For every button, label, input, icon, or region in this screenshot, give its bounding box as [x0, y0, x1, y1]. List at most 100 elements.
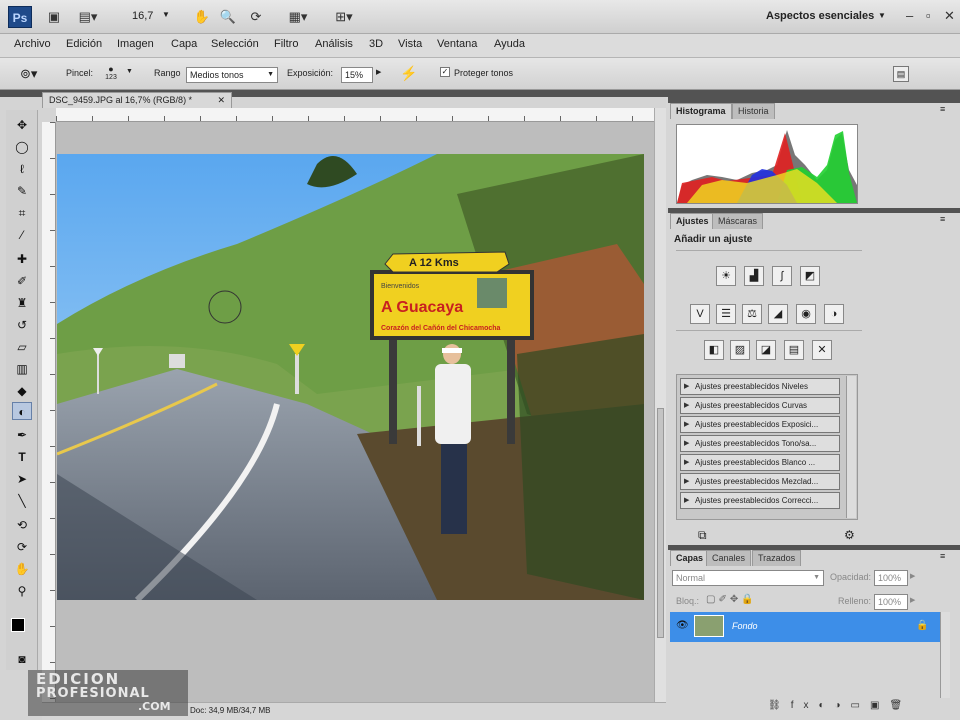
- quick-mask-icon[interactable]: ◙: [12, 650, 32, 668]
- workspace-dropdown-icon[interactable]: ▼: [878, 11, 886, 20]
- layer-row-fondo[interactable]: 👁 Fondo 🔒: [670, 612, 940, 642]
- adjustments-menu-icon[interactable]: ≡: [940, 214, 945, 224]
- vertical-scrollbar[interactable]: [654, 108, 666, 702]
- brightness-contrast-icon[interactable]: ☀: [716, 266, 736, 286]
- zoom-level[interactable]: 16,7: [132, 10, 153, 22]
- levels-icon[interactable]: ▟: [744, 266, 764, 286]
- zoom-tool-icon[interactable]: 🔍: [218, 8, 238, 26]
- hand-tool-small-icon[interactable]: ✋: [12, 560, 32, 578]
- brush-panel-icon[interactable]: ▤: [893, 66, 909, 82]
- adjustments-options-icon[interactable]: ⚙: [844, 528, 855, 542]
- preset-mezclador[interactable]: Ajustes preestablecidos Mezclad...: [680, 473, 840, 490]
- type-tool-icon[interactable]: T: [12, 448, 32, 466]
- history-brush-tool-icon[interactable]: ↺: [12, 316, 32, 334]
- zoom-dropdown-icon[interactable]: ▼: [162, 10, 170, 19]
- marquee-tool-icon[interactable]: ◯: [12, 138, 32, 156]
- path-selection-tool-icon[interactable]: ➤: [12, 470, 32, 488]
- opacity-slider-icon[interactable]: ▶: [910, 572, 915, 580]
- menu-seleccion[interactable]: Selección: [211, 38, 259, 50]
- move-tool-icon[interactable]: ✥: [12, 116, 32, 134]
- black-white-icon[interactable]: ◢: [768, 304, 788, 324]
- minimize-icon[interactable]: –: [906, 8, 913, 23]
- presets-scrollbar[interactable]: [846, 376, 856, 518]
- exposure-icon[interactable]: ◩: [800, 266, 820, 286]
- screen-mode-icon[interactable]: ⊞▾: [334, 8, 354, 26]
- menu-edicion[interactable]: Edición: [66, 38, 102, 50]
- menu-filtro[interactable]: Filtro: [274, 38, 298, 50]
- eraser-tool-icon[interactable]: ▱: [12, 338, 32, 356]
- invert-icon[interactable]: ◧: [704, 340, 724, 360]
- arrange-documents-icon[interactable]: ▦▾: [288, 8, 308, 26]
- eyedropper-tool-icon[interactable]: ⁄: [12, 226, 32, 244]
- tab-ajustes[interactable]: Ajustes: [670, 213, 715, 229]
- brush-picker[interactable]: ● 123: [102, 64, 120, 81]
- preset-blanco-negro[interactable]: Ajustes preestablecidos Blanco ...: [680, 454, 840, 471]
- preset-curvas[interactable]: Ajustes preestablecidos Curvas: [680, 397, 840, 414]
- restore-icon[interactable]: ▫: [926, 8, 931, 23]
- gradient-tool-icon[interactable]: ▥: [12, 360, 32, 378]
- scrollbar-thumb[interactable]: [657, 408, 664, 638]
- exposure-slider-icon[interactable]: ▶: [376, 68, 381, 76]
- panel-menu-icon[interactable]: ≡: [940, 104, 945, 114]
- 3d-orbit-tool-icon[interactable]: ⟳: [12, 538, 32, 556]
- dodge-tool-icon[interactable]: ◐: [12, 402, 32, 420]
- clone-stamp-tool-icon[interactable]: ♜: [12, 294, 32, 312]
- bridge-icon[interactable]: ▣: [44, 8, 64, 26]
- selective-color-icon[interactable]: ✕: [812, 340, 832, 360]
- tab-historia[interactable]: Historia: [732, 103, 775, 119]
- menu-ventana[interactable]: Ventana: [437, 38, 477, 50]
- tab-mascaras[interactable]: Máscaras: [712, 213, 764, 229]
- gradient-map-icon[interactable]: ▤: [784, 340, 804, 360]
- fill-field[interactable]: 100%: [874, 594, 908, 610]
- range-select[interactable]: Medios tonos ▼: [186, 67, 278, 83]
- rotate-view-icon[interactable]: ⟳: [246, 8, 266, 26]
- close-document-icon[interactable]: ✕: [217, 93, 225, 108]
- tab-trazados[interactable]: Trazados: [752, 550, 802, 566]
- opacity-field[interactable]: 100%: [874, 570, 908, 586]
- preset-exposicion[interactable]: Ajustes preestablecidos Exposici...: [680, 416, 840, 433]
- tab-histograma[interactable]: Histograma: [670, 103, 732, 119]
- vibrance-icon[interactable]: V: [690, 304, 710, 324]
- layers-menu-icon[interactable]: ≡: [940, 551, 945, 561]
- menu-ayuda[interactable]: Ayuda: [494, 38, 525, 50]
- view-extras-icon[interactable]: ▤▾: [78, 8, 98, 26]
- curves-icon[interactable]: ∫: [772, 266, 792, 286]
- 3d-rotate-tool-icon[interactable]: ⟲: [12, 516, 32, 534]
- menu-archivo[interactable]: Archivo: [14, 38, 51, 50]
- brush-tool-icon[interactable]: ✐: [12, 272, 32, 290]
- photo-filter-icon[interactable]: ◉: [796, 304, 816, 324]
- document-image[interactable]: A 12 Kms Bienvenidos A Guacaya Corazón d…: [57, 154, 644, 600]
- lock-icons[interactable]: ▢✐✥🔒: [706, 594, 757, 605]
- layers-footer-icons[interactable]: ⛓fx◐◑▭▣🗑: [768, 700, 912, 711]
- blur-tool-icon[interactable]: ◆: [12, 382, 32, 400]
- layers-scrollbar[interactable]: [940, 612, 950, 698]
- line-tool-icon[interactable]: ╲: [12, 492, 32, 510]
- quick-selection-tool-icon[interactable]: ✎: [12, 182, 32, 200]
- brush-dropdown-icon[interactable]: ▼: [126, 68, 133, 75]
- preset-tono-saturacion[interactable]: Ajustes preestablecidos Tono/sa...: [680, 435, 840, 452]
- color-balance-icon[interactable]: ⚖: [742, 304, 762, 324]
- tab-capas[interactable]: Capas: [670, 550, 710, 566]
- menu-capa[interactable]: Capa: [171, 38, 197, 50]
- zoom-tool-small-icon[interactable]: ⚲: [12, 582, 32, 600]
- menu-vista[interactable]: Vista: [398, 38, 422, 50]
- hue-saturation-icon[interactable]: ☰: [716, 304, 736, 324]
- tab-canales[interactable]: Canales: [706, 550, 752, 566]
- menu-imagen[interactable]: Imagen: [117, 38, 154, 50]
- foreground-color-swatch[interactable]: [11, 618, 25, 632]
- threshold-icon[interactable]: ◪: [756, 340, 776, 360]
- preset-correccion[interactable]: Ajustes preestablecidos Correcci...: [680, 492, 840, 509]
- menu-analisis[interactable]: Análisis: [315, 38, 353, 50]
- healing-brush-tool-icon[interactable]: ✚: [12, 250, 32, 268]
- hand-tool-icon[interactable]: ✋: [192, 8, 212, 26]
- preset-niveles[interactable]: Ajustes preestablecidos Niveles: [680, 378, 840, 395]
- workspace-switcher[interactable]: Aspectos esenciales: [766, 10, 874, 22]
- layer-visibility-eye-icon[interactable]: 👁: [676, 620, 689, 631]
- close-icon[interactable]: ✕: [944, 8, 955, 24]
- menu-3d[interactable]: 3D: [369, 38, 383, 50]
- pen-tool-icon[interactable]: ✒: [12, 426, 32, 444]
- channel-mixer-icon[interactable]: ◑: [824, 304, 844, 324]
- blend-mode-select[interactable]: Normal ▼: [672, 570, 824, 586]
- clip-to-layer-icon[interactable]: ⧉: [698, 528, 707, 543]
- crop-tool-icon[interactable]: ⌗: [12, 204, 32, 222]
